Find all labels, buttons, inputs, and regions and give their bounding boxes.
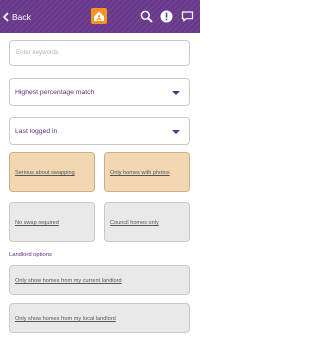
filter-label: Serious about swapping [15, 170, 75, 176]
alert-icon[interactable] [160, 10, 173, 23]
activity-select-value: Last logged in [15, 128, 58, 135]
filter-label: Only show homes from my local landlord [15, 316, 116, 322]
chevron-down-icon [172, 130, 180, 134]
filter-current-landlord[interactable]: Only show homes from my current landlord [9, 265, 190, 295]
search-icon[interactable] [140, 10, 153, 23]
filter-local-landlord[interactable]: Only show homes from my local landlord [9, 303, 190, 333]
search-input[interactable]: Enter keywords [9, 40, 190, 66]
filter-label: No swap required [15, 220, 59, 226]
filter-label: Council homes only [110, 220, 159, 226]
sort-select-value: Highest percentage match [15, 89, 95, 96]
filter-only-homes-with-photos[interactable]: Only homes with photos [104, 152, 190, 192]
search-placeholder: Enter keywords [16, 49, 59, 56]
filter-label: Only homes with photos [110, 170, 170, 176]
chat-icon[interactable] [181, 10, 194, 23]
app-header: Back [0, 0, 200, 33]
back-label: Back [12, 12, 31, 22]
back-button[interactable]: Back [2, 9, 31, 25]
house-logo-icon[interactable] [91, 8, 107, 24]
landlord-options-heading: Landlord options [9, 252, 52, 258]
filter-council-homes-only[interactable]: Council homes only [104, 202, 190, 242]
sort-select[interactable]: Highest percentage match [9, 78, 190, 106]
activity-select[interactable]: Last logged in [9, 117, 190, 145]
filter-label: Only show homes from my current landlord [15, 278, 122, 284]
filter-no-swap-required[interactable]: No swap required [9, 202, 95, 242]
filter-serious-about-swapping[interactable]: Serious about swapping [9, 152, 95, 192]
chevron-down-icon [172, 91, 180, 95]
chevron-left-icon [2, 12, 9, 22]
